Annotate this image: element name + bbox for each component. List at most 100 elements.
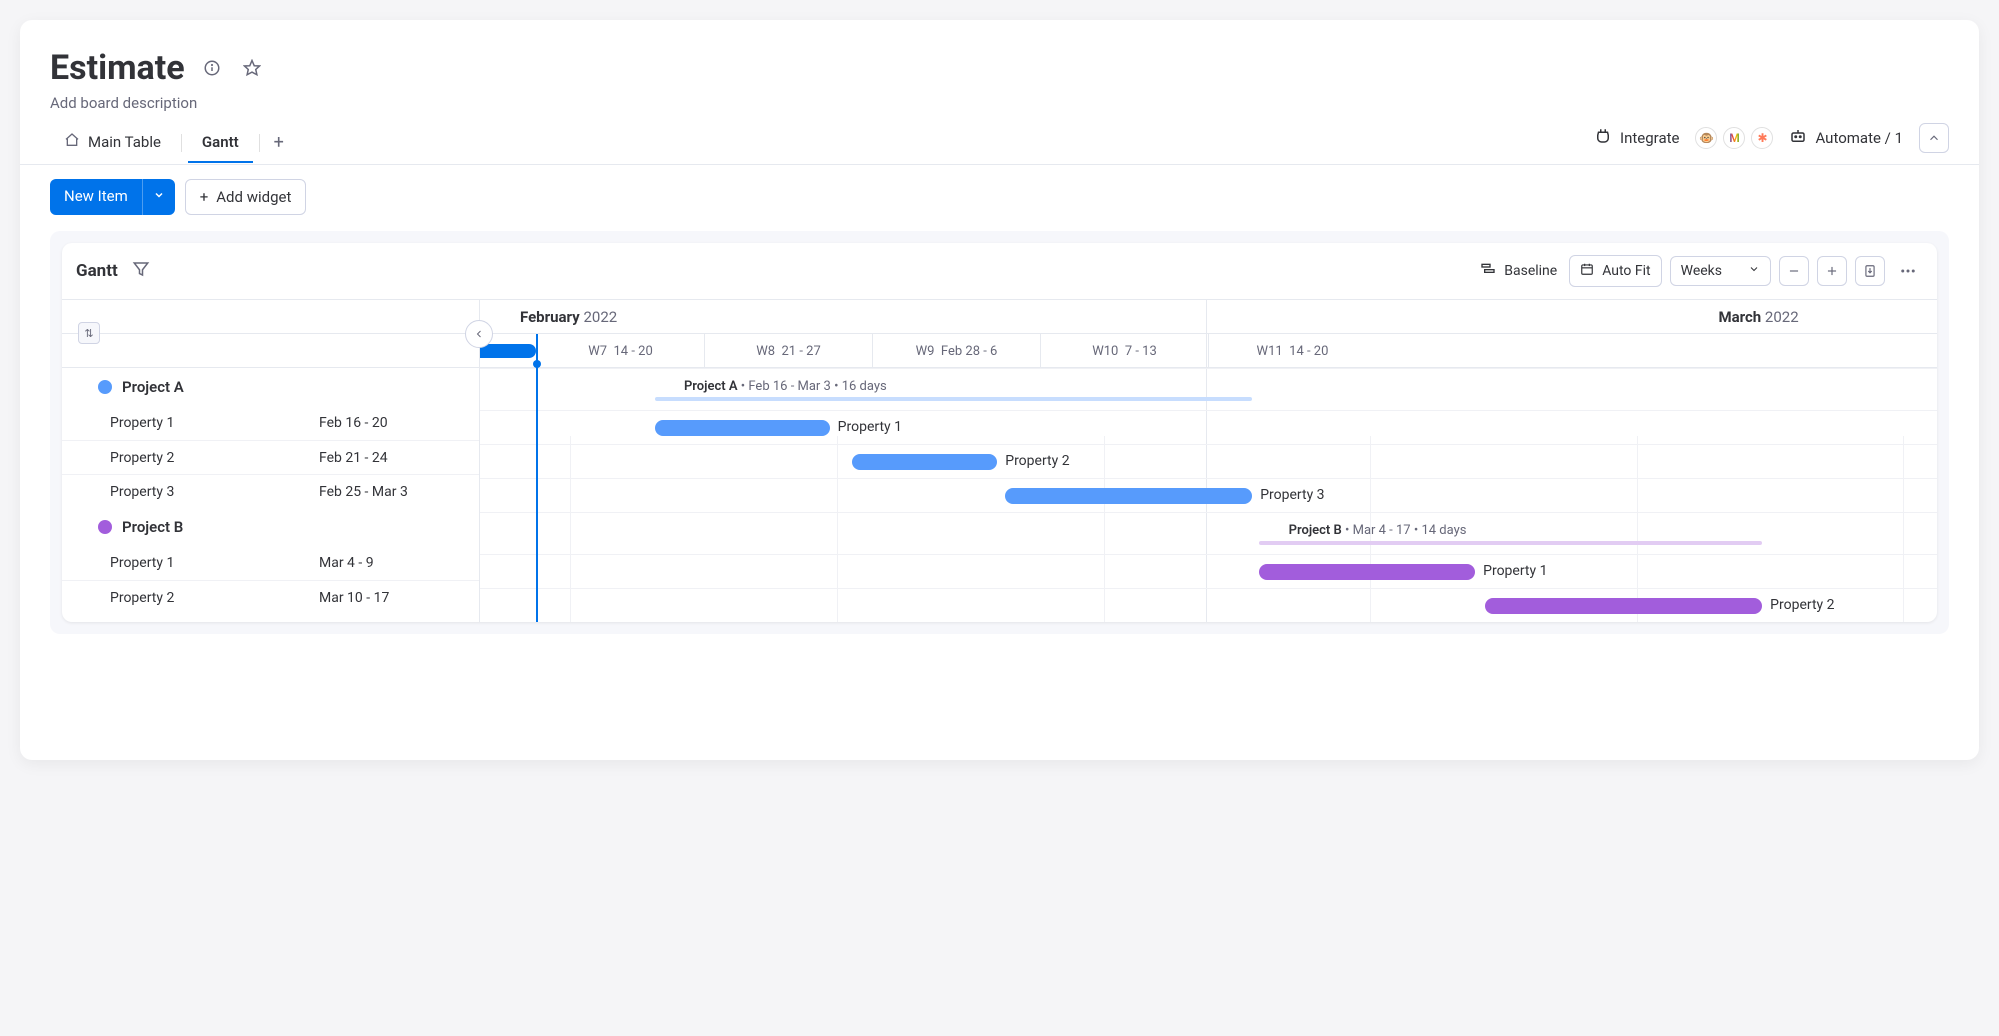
board-header: Estimate Add board description (20, 20, 1979, 112)
task-row[interactable]: Property 2 Feb 21 - 24 (62, 440, 479, 474)
scale-dropdown[interactable]: Weeks (1670, 256, 1771, 286)
export-button[interactable] (1855, 256, 1885, 286)
group-header[interactable]: Project B (62, 508, 479, 546)
gantt-body: ⇅ Project AProperty 1 Feb 16 - 20Propert… (62, 300, 1937, 622)
partial-prev-week (480, 344, 536, 358)
group-color-dot (98, 380, 112, 394)
gantt-bar-label: Property 3 (1260, 487, 1324, 503)
task-name: Property 2 (62, 590, 319, 606)
task-date-range: Mar 4 - 9 (319, 555, 479, 571)
scroll-left-button[interactable] (465, 320, 493, 348)
group-header[interactable]: Project A (62, 368, 479, 406)
gantt-row: Property 1 (480, 554, 1937, 588)
integrate-button[interactable]: Integrate (1594, 127, 1679, 149)
gantt-bar-label: Property 1 (838, 419, 902, 435)
add-widget-button[interactable]: + Add widget (185, 179, 307, 215)
gantt-bar[interactable] (1485, 598, 1762, 614)
gantt-bar-label: Property 2 (1770, 597, 1834, 613)
tab-main-table-label: Main Table (88, 133, 161, 151)
collapse-header-button[interactable] (1919, 123, 1949, 153)
task-date-range: Mar 10 - 17 (319, 590, 479, 606)
new-item-caret[interactable] (142, 179, 175, 215)
gantt-bar[interactable] (1005, 488, 1253, 504)
gantt-bar-label: Property 1 (1483, 563, 1547, 579)
zoom-out-button[interactable] (1779, 256, 1809, 286)
group-summary-label: Project B • Mar 4 - 17 • 14 days (1289, 523, 1467, 538)
group-color-dot (98, 520, 112, 534)
add-widget-label: Add widget (216, 188, 291, 206)
today-marker (533, 360, 541, 368)
gantt-row: Property 1 (480, 410, 1937, 444)
group-summary-row: Project A • Feb 16 - Mar 3 • 16 days (480, 368, 1937, 410)
autofit-label: Auto Fit (1602, 263, 1650, 279)
task-row[interactable]: Property 1 Feb 16 - 20 (62, 406, 479, 440)
tab-add[interactable]: + (266, 128, 292, 159)
gmail-icon: M (1723, 127, 1745, 149)
scale-value: Weeks (1681, 263, 1722, 279)
task-row[interactable]: Property 1 Mar 4 - 9 (62, 546, 479, 580)
automate-label: Automate / 1 (1815, 129, 1903, 147)
group-summary-label: Project A • Feb 16 - Mar 3 • 16 days (684, 379, 887, 394)
month-year: 2022 (1765, 308, 1799, 326)
filter-icon[interactable] (132, 260, 150, 282)
gantt-header: Gantt Baseline (62, 243, 1937, 300)
tab-gantt[interactable]: Gantt (188, 123, 253, 163)
mailchimp-icon: 🐵 (1695, 127, 1717, 149)
new-item-button[interactable]: New Item (50, 179, 142, 215)
new-item-split-button: New Item (50, 179, 175, 215)
integration-app-icons[interactable]: 🐵 M ✱ (1695, 127, 1773, 149)
board-title[interactable]: Estimate (50, 48, 185, 88)
chevron-down-icon (1748, 263, 1760, 279)
gantt-row: Property 2 (480, 588, 1937, 622)
today-line (536, 334, 538, 622)
task-date-range: Feb 21 - 24 (319, 450, 479, 466)
month-year: 2022 (583, 308, 617, 326)
hubspot-icon: ✱ (1751, 127, 1773, 149)
automate-button[interactable]: Automate / 1 (1789, 127, 1903, 149)
tab-separator (181, 134, 182, 152)
autofit-button[interactable]: Auto Fit (1569, 255, 1661, 287)
gantt-bar-label: Property 2 (1005, 453, 1069, 469)
task-row[interactable]: Property 3 Feb 25 - Mar 3 (62, 474, 479, 508)
gantt-container: Gantt Baseline (50, 231, 1949, 634)
integrate-label: Integrate (1620, 129, 1679, 147)
baseline-label: Baseline (1504, 263, 1557, 279)
home-icon (64, 132, 80, 152)
task-name: Property 3 (62, 484, 319, 500)
board-description[interactable]: Add board description (50, 94, 1949, 112)
calendar-icon (1580, 262, 1594, 280)
star-icon[interactable] (239, 55, 265, 81)
baseline-icon (1480, 261, 1496, 281)
months-header: February 2022 March 2022 (480, 300, 1937, 334)
group-summary-bar (655, 397, 1252, 401)
gantt-left-column: ⇅ Project AProperty 1 Feb 16 - 20Propert… (62, 300, 480, 622)
board-card: Estimate Add board description Main Tabl… (20, 20, 1979, 760)
gantt-bar[interactable] (655, 420, 830, 436)
gantt-widget-title[interactable]: Gantt (76, 261, 118, 281)
group-summary-bar (1259, 541, 1762, 545)
month-name: March (1718, 308, 1761, 326)
group-name: Project A (122, 378, 184, 396)
group-name: Project B (122, 518, 183, 536)
gantt-chart-area: Project A • Feb 16 - Mar 3 • 16 days Pro… (480, 368, 1937, 622)
baseline-button[interactable]: Baseline (1476, 255, 1561, 287)
task-name: Property 1 (62, 415, 319, 431)
info-icon[interactable] (199, 55, 225, 81)
tab-main-table[interactable]: Main Table (50, 122, 175, 164)
robot-icon (1789, 127, 1807, 149)
task-row[interactable]: Property 2 Mar 10 - 17 (62, 580, 479, 614)
group-summary-row: Project B • Mar 4 - 17 • 14 days (480, 512, 1937, 554)
gantt-timeline[interactable]: February 2022 March 2022 W7 14 - 20 W8 2… (480, 300, 1937, 622)
zoom-in-button[interactable] (1817, 256, 1847, 286)
task-date-range: Feb 16 - 20 (319, 415, 479, 431)
task-name: Property 1 (62, 555, 319, 571)
gantt-bar[interactable] (852, 454, 998, 470)
more-icon[interactable] (1893, 262, 1923, 280)
tab-separator (259, 134, 260, 152)
task-name: Property 2 (62, 450, 319, 466)
gantt-row: Property 3 (480, 478, 1937, 512)
gantt-bar[interactable] (1259, 564, 1475, 580)
view-tabs: Main Table Gantt + Integrate 🐵 M ✱ (20, 122, 1979, 165)
board-actions: New Item + Add widget (20, 165, 1979, 231)
gantt-widget: Gantt Baseline (62, 243, 1937, 622)
